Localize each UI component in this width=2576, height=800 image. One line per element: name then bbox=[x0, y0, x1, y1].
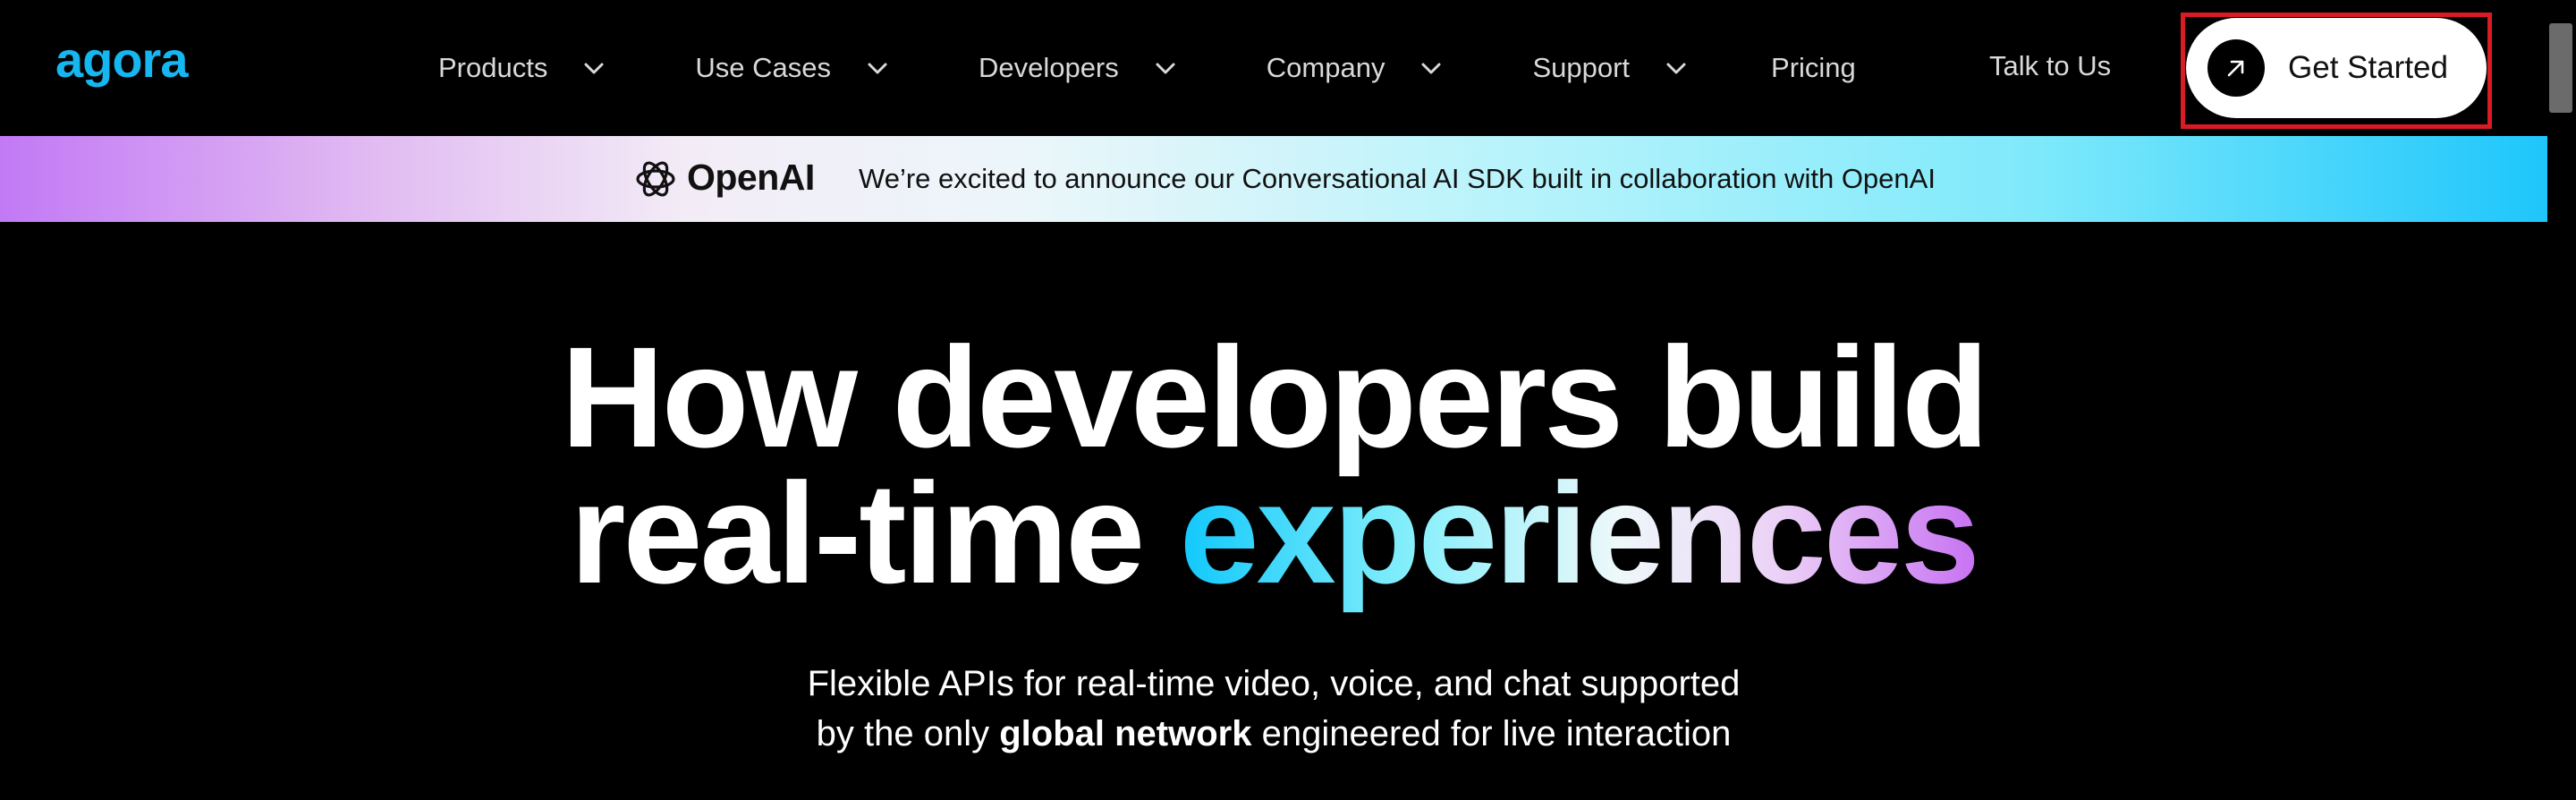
chevron-down-icon bbox=[868, 63, 887, 74]
hero-title-line-1: How developers build bbox=[561, 317, 1989, 477]
hero-subtitle-before: by the only bbox=[816, 714, 990, 753]
nav-item-label: Pricing bbox=[1771, 52, 1856, 83]
nav-item-support[interactable]: Support bbox=[1532, 32, 1689, 104]
hero-subtitle-after: engineered for live interaction bbox=[1261, 714, 1732, 753]
nav-item-developers[interactable]: Developers bbox=[979, 32, 1178, 104]
nav-item-label: Use Cases bbox=[695, 52, 831, 83]
site-header: agora Products Use Cases Developers Comp… bbox=[0, 0, 2547, 136]
nav-item-label: Company bbox=[1266, 52, 1385, 83]
nav-item-label: Developers bbox=[978, 52, 1119, 83]
scrollbar-thumb[interactable] bbox=[2549, 23, 2572, 113]
hero-subtitle: Flexible APIs for real-time video, voice… bbox=[0, 659, 2547, 759]
main-nav: Products Use Cases Developers Company Su… bbox=[438, 0, 1856, 136]
page-scrollbar[interactable] bbox=[2547, 0, 2576, 800]
get-started-label: Get Started bbox=[2288, 50, 2448, 85]
nav-item-label: Support bbox=[1532, 52, 1631, 83]
chevron-down-icon bbox=[1156, 63, 1175, 74]
logo-text: agora bbox=[55, 38, 189, 88]
hero-title-accent: experiences bbox=[1179, 453, 1980, 613]
nav-item-label: Products bbox=[438, 52, 548, 83]
hero-subtitle-line-2: by the only global network engineered fo… bbox=[0, 709, 2547, 759]
announcement-banner[interactable]: OpenAI We’re excited to announce our Con… bbox=[0, 136, 2547, 222]
hero-subtitle-bold: global network bbox=[999, 714, 1252, 753]
hero-subtitle-line-1: Flexible APIs for real-time video, voice… bbox=[807, 664, 1741, 703]
arrow-up-right-icon bbox=[2207, 39, 2265, 97]
nav-item-products[interactable]: Products bbox=[438, 32, 606, 104]
chevron-down-icon bbox=[1421, 63, 1441, 74]
hero-section: How developers build real-time experienc… bbox=[0, 222, 2547, 800]
nav-item-pricing[interactable]: Pricing bbox=[1771, 32, 1856, 104]
hero-title-line-2: real-time experiences bbox=[0, 462, 2547, 605]
nav-item-use-cases[interactable]: Use Cases bbox=[695, 32, 890, 104]
chevron-down-icon bbox=[1666, 63, 1686, 74]
agora-logo[interactable]: agora bbox=[55, 38, 216, 109]
openai-wordmark: OpenAI bbox=[687, 157, 815, 198]
get-started-button[interactable]: Get Started bbox=[2186, 18, 2487, 118]
banner-message: We’re excited to announce our Conversati… bbox=[859, 163, 1936, 194]
nav-item-company[interactable]: Company bbox=[1267, 32, 1445, 104]
page: agora Products Use Cases Developers Comp… bbox=[0, 0, 2576, 800]
hero-title-plain: real-time bbox=[570, 453, 1145, 613]
openai-icon bbox=[636, 161, 675, 197]
hero-title: How developers build real-time experienc… bbox=[0, 317, 2547, 605]
talk-to-us-link[interactable]: Talk to Us bbox=[1989, 50, 2111, 82]
chevron-down-icon bbox=[584, 63, 604, 74]
